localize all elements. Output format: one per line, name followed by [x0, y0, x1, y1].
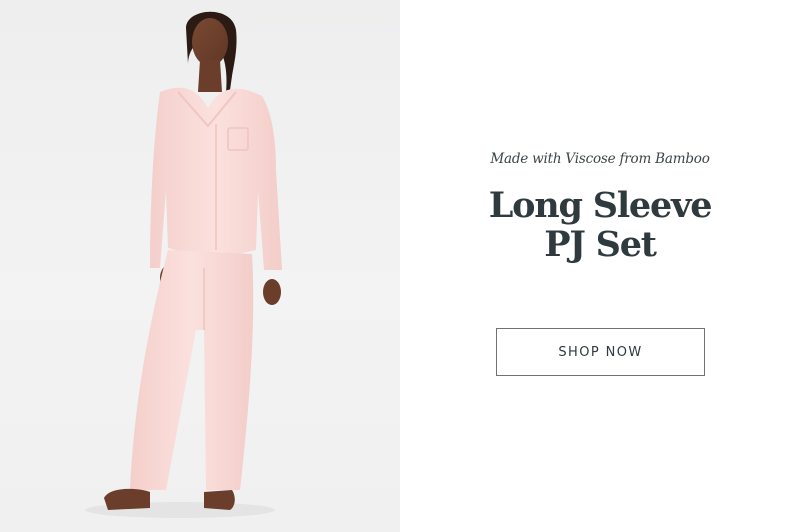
- headline-line-2: PJ Set: [544, 224, 657, 265]
- shop-now-button[interactable]: SHOP NOW: [496, 328, 705, 376]
- hero-banner: Made with Viscose from Bamboo Long Sleev…: [0, 0, 800, 532]
- hero-copy: Made with Viscose from Bamboo Long Sleev…: [400, 0, 800, 532]
- eyebrow-text: Made with Viscose from Bamboo: [490, 151, 710, 167]
- headline: Long Sleeve PJ Set: [400, 186, 800, 264]
- headline-line-1: Long Sleeve: [488, 185, 713, 226]
- model-illustration: [85, 11, 282, 518]
- hero-photo[interactable]: [0, 0, 400, 532]
